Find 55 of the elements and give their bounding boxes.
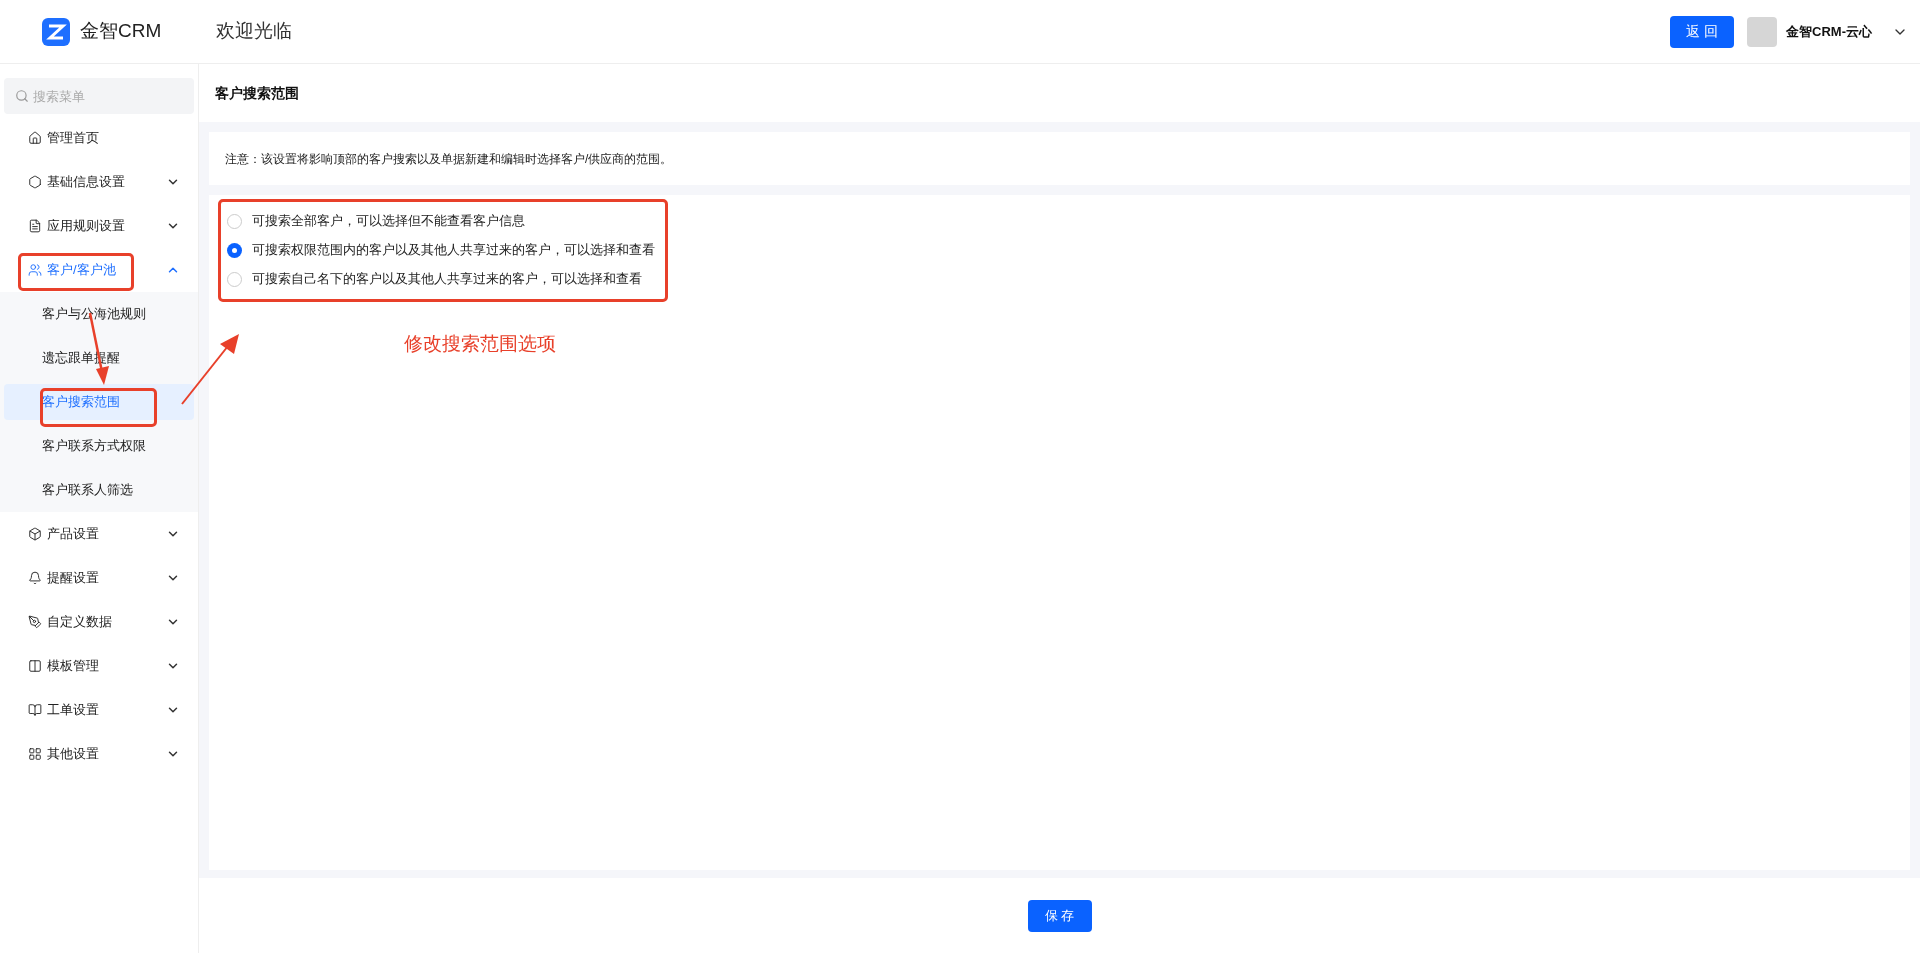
menu-item[interactable]: 产品设置	[0, 512, 198, 556]
radio-option[interactable]: 可搜索自己名下的客户以及其他人共享过来的客户，可以选择和查看	[227, 265, 655, 294]
menu-label: 基础信息设置	[47, 173, 125, 192]
radio-button[interactable]	[227, 272, 242, 287]
radio-button[interactable]	[227, 214, 242, 229]
menu-item[interactable]: 工单设置	[0, 688, 198, 732]
radio-button[interactable]	[227, 243, 242, 258]
menu-label: 客户/客户池	[47, 261, 116, 280]
submenu-item[interactable]: 客户联系方式权限	[4, 428, 194, 464]
option-label: 可搜索自己名下的客户以及其他人共享过来的客户，可以选择和查看	[252, 271, 642, 289]
save-button[interactable]: 保 存	[1027, 899, 1092, 932]
menu-item[interactable]: 管理首页	[0, 116, 198, 160]
submenu-item[interactable]: 客户联系人筛选	[4, 472, 194, 508]
bell-icon	[28, 571, 42, 585]
pen-ruler-icon	[28, 615, 42, 629]
menu-label: 自定义数据	[47, 613, 112, 632]
welcome-text: 欢迎光临	[216, 19, 292, 44]
option-label: 可搜索全部客户，可以选择但不能查看客户信息	[252, 213, 525, 231]
home-icon	[28, 131, 42, 145]
grid-icon	[28, 747, 42, 761]
menu-label: 产品设置	[47, 525, 99, 544]
page-title: 客户搜索范围	[215, 83, 299, 103]
menu-item[interactable]: 客户/客户池	[0, 248, 198, 292]
submenu-item[interactable]: 客户搜索范围	[4, 384, 194, 420]
annotation-note: 修改搜索范围选项	[404, 332, 556, 356]
menu-label: 工单设置	[47, 701, 99, 720]
menu-label: 其他设置	[47, 745, 99, 764]
search-icon	[15, 89, 29, 103]
menu-item[interactable]: 模板管理	[0, 644, 198, 688]
logo-icon	[42, 17, 70, 46]
search-field[interactable]: 搜索菜单	[4, 78, 194, 114]
user-name[interactable]: 金智CRM-云心	[1786, 21, 1872, 42]
hexagon-icon	[28, 175, 42, 189]
radio-option[interactable]: 可搜索全部客户，可以选择但不能查看客户信息	[227, 207, 655, 236]
columns-icon	[28, 659, 42, 673]
menu-label: 管理首页	[47, 129, 99, 148]
menu-item[interactable]: 其他设置	[0, 732, 198, 776]
menu-item[interactable]: 自定义数据	[0, 600, 198, 644]
menu-label: 提醒设置	[47, 569, 99, 588]
logo-text: 金智CRM	[80, 19, 162, 44]
book-icon	[28, 703, 42, 717]
option-label: 可搜索权限范围内的客户以及其他人共享过来的客户，可以选择和查看	[252, 242, 655, 260]
radio-option[interactable]: 可搜索权限范围内的客户以及其他人共享过来的客户，可以选择和查看	[227, 236, 655, 265]
menu-item[interactable]: 基础信息设置	[0, 160, 198, 204]
back-button[interactable]: 返 回	[1670, 15, 1735, 48]
menu-label: 应用规则设置	[47, 217, 125, 236]
notice-text: 注意：该设置将影响顶部的客户搜索以及单据新建和编辑时选择客户/供应商的范围。	[225, 150, 673, 168]
menu-item[interactable]: 应用规则设置	[0, 204, 198, 248]
menu-item[interactable]: 提醒设置	[0, 556, 198, 600]
avatar-photo-placeholder	[1747, 16, 1778, 47]
cube-icon	[28, 527, 42, 541]
menu-label: 模板管理	[47, 657, 99, 676]
annotation-arrow	[181, 334, 239, 405]
document-icon	[28, 219, 42, 233]
user-icon	[28, 263, 42, 277]
